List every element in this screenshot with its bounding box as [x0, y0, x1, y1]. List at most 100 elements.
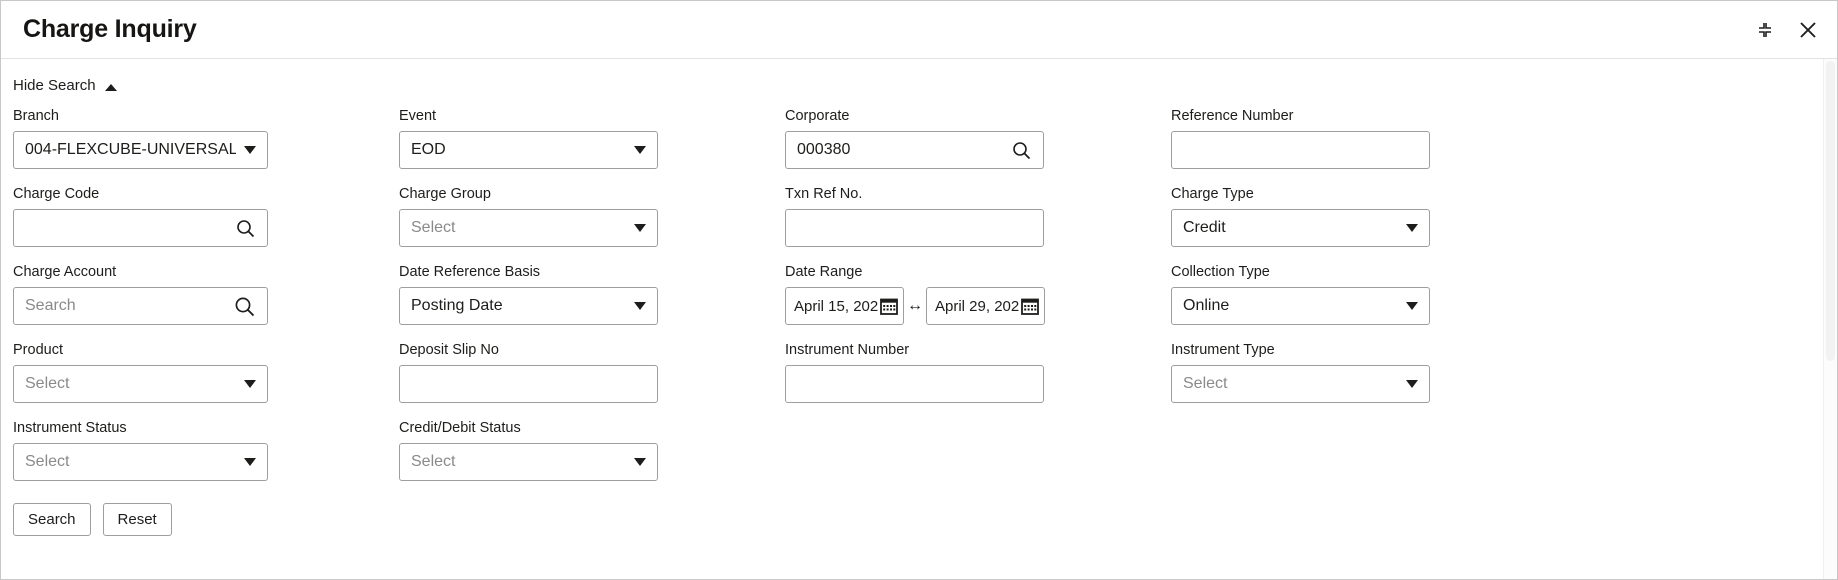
chevron-down-icon	[634, 458, 646, 466]
instrument-type-select[interactable]: Select	[1171, 365, 1430, 403]
charge-group-select[interactable]: Select	[399, 209, 658, 247]
field-product: Product Select	[13, 342, 399, 403]
search-icon[interactable]	[233, 295, 256, 318]
calendar-icon[interactable]	[879, 296, 899, 316]
field-instrument-number: Instrument Number	[785, 342, 1171, 403]
search-icon[interactable]	[235, 218, 256, 239]
charge-code-label: Charge Code	[13, 186, 391, 202]
field-charge-account: Charge Account Search	[13, 264, 399, 325]
grid-spacer	[785, 420, 1171, 498]
collection-type-select[interactable]: Online	[1171, 287, 1430, 325]
date-range-to[interactable]: April 29, 2022	[926, 287, 1045, 325]
window-controls	[1755, 19, 1819, 41]
field-charge-type: Charge Type Credit	[1171, 186, 1571, 247]
search-form-grid: Branch 004-FLEXCUBE-UNIVERSAL-B Event EO…	[13, 108, 1807, 498]
date-reference-basis-select[interactable]: Posting Date	[399, 287, 658, 325]
chevron-down-icon	[244, 146, 256, 154]
reference-number-input[interactable]	[1171, 131, 1430, 169]
event-select[interactable]: EOD	[399, 131, 658, 169]
date-reference-basis-label: Date Reference Basis	[399, 264, 777, 280]
field-reference-number: Reference Number	[1171, 108, 1571, 169]
chevron-down-icon	[244, 380, 256, 388]
instrument-status-select[interactable]: Select	[13, 443, 268, 481]
charge-account-value: Search	[25, 298, 227, 314]
corporate-value: 000380	[797, 142, 1005, 158]
page-title: Charge Inquiry	[23, 15, 1755, 44]
product-value: Select	[25, 376, 236, 392]
chevron-down-icon	[244, 458, 256, 466]
instrument-number-input[interactable]	[785, 365, 1044, 403]
instrument-status-label: Instrument Status	[13, 420, 391, 436]
vertical-scrollbar[interactable]	[1823, 59, 1837, 579]
field-date-range: Date Range April 15, 2022	[785, 264, 1171, 325]
field-event: Event EOD	[399, 108, 785, 169]
chevron-down-icon	[634, 146, 646, 154]
calendar-icon[interactable]	[1020, 296, 1040, 316]
minimize-icon[interactable]	[1755, 20, 1775, 40]
date-range-from-value: April 15, 2022	[794, 299, 879, 314]
branch-label: Branch	[13, 108, 391, 124]
product-label: Product	[13, 342, 391, 358]
credit-debit-status-label: Credit/Debit Status	[399, 420, 777, 436]
chevron-down-icon	[1406, 302, 1418, 310]
hide-search-toggle[interactable]: Hide Search	[13, 77, 117, 94]
product-select[interactable]: Select	[13, 365, 268, 403]
branch-value: 004-FLEXCUBE-UNIVERSAL-B	[25, 142, 236, 158]
scrollbar-thumb[interactable]	[1826, 61, 1835, 361]
grid-spacer	[1171, 420, 1571, 498]
charge-type-label: Charge Type	[1171, 186, 1563, 202]
event-value: EOD	[411, 142, 626, 158]
instrument-status-value: Select	[25, 454, 236, 470]
instrument-type-value: Select	[1183, 376, 1398, 392]
branch-select[interactable]: 004-FLEXCUBE-UNIVERSAL-B	[13, 131, 268, 169]
search-button[interactable]: Search	[13, 503, 91, 536]
date-range-group: April 15, 2022	[785, 287, 1163, 325]
corporate-label: Corporate	[785, 108, 1163, 124]
field-branch: Branch 004-FLEXCUBE-UNIVERSAL-B	[13, 108, 399, 169]
instrument-type-label: Instrument Type	[1171, 342, 1563, 358]
chevron-down-icon	[634, 224, 646, 232]
charge-account-label: Charge Account	[13, 264, 391, 280]
charge-group-value: Select	[411, 220, 626, 236]
close-icon[interactable]	[1797, 19, 1819, 41]
charge-type-select[interactable]: Credit	[1171, 209, 1430, 247]
search-icon[interactable]	[1011, 140, 1032, 161]
txn-ref-no-input[interactable]	[785, 209, 1044, 247]
txn-ref-no-label: Txn Ref No.	[785, 186, 1163, 202]
field-collection-type: Collection Type Online	[1171, 264, 1571, 325]
corporate-input[interactable]: 000380	[785, 131, 1044, 169]
date-range-to-value: April 29, 2022	[935, 299, 1020, 314]
instrument-number-label: Instrument Number	[785, 342, 1163, 358]
charge-code-input[interactable]	[13, 209, 268, 247]
reset-button[interactable]: Reset	[103, 503, 172, 536]
reference-number-label: Reference Number	[1171, 108, 1563, 124]
credit-debit-status-select[interactable]: Select	[399, 443, 658, 481]
date-range-separator-icon: ↔	[904, 297, 926, 315]
collection-type-value: Online	[1183, 298, 1398, 314]
field-credit-debit-status: Credit/Debit Status Select	[399, 420, 785, 481]
field-corporate: Corporate 000380	[785, 108, 1171, 169]
field-charge-code: Charge Code	[13, 186, 399, 247]
chevron-down-icon	[1406, 380, 1418, 388]
window-title-bar: Charge Inquiry	[1, 1, 1837, 59]
field-charge-group: Charge Group Select	[399, 186, 785, 247]
charge-inquiry-window: Charge Inquiry Hide Search	[0, 0, 1838, 580]
caret-up-icon	[105, 84, 117, 91]
form-actions: Search Reset	[13, 503, 1807, 536]
chevron-down-icon	[1406, 224, 1418, 232]
field-date-reference-basis: Date Reference Basis Posting Date	[399, 264, 785, 325]
date-reference-basis-value: Posting Date	[411, 298, 626, 314]
field-instrument-type: Instrument Type Select	[1171, 342, 1571, 403]
date-range-label: Date Range	[785, 264, 1163, 280]
field-instrument-status: Instrument Status Select	[13, 420, 399, 481]
hide-search-label: Hide Search	[13, 77, 96, 94]
deposit-slip-no-input[interactable]	[399, 365, 658, 403]
collection-type-label: Collection Type	[1171, 264, 1563, 280]
field-txn-ref-no: Txn Ref No.	[785, 186, 1171, 247]
date-range-from[interactable]: April 15, 2022	[785, 287, 904, 325]
deposit-slip-no-label: Deposit Slip No	[399, 342, 777, 358]
search-panel: Hide Search Branch 004-FLEXCUBE-UNIVERSA…	[1, 59, 1837, 579]
charge-group-label: Charge Group	[399, 186, 777, 202]
field-deposit-slip-no: Deposit Slip No	[399, 342, 785, 403]
charge-account-input[interactable]: Search	[13, 287, 268, 325]
